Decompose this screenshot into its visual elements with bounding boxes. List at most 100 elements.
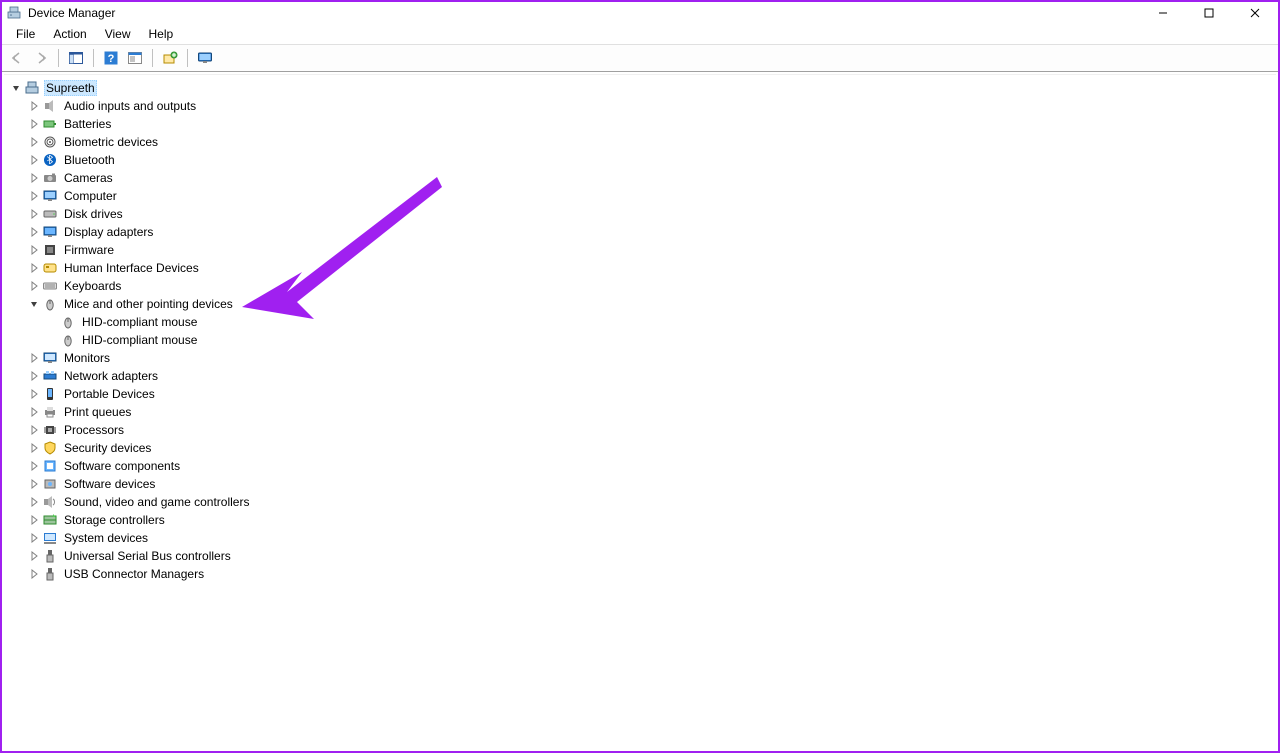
chevron-icon[interactable] xyxy=(28,118,40,130)
device-category[interactable]: Computer xyxy=(28,187,1276,205)
device-category[interactable]: USB Connector Managers xyxy=(28,565,1276,583)
device-category-label[interactable]: Display adapters xyxy=(62,225,155,239)
device-category[interactable]: Audio inputs and outputs xyxy=(28,97,1276,115)
portable-icon xyxy=(42,386,58,402)
device-category[interactable]: Mice and other pointing devices xyxy=(28,295,1276,313)
root-label[interactable]: Supreeth xyxy=(44,80,97,96)
device-category[interactable]: Keyboards xyxy=(28,277,1276,295)
device-category-label[interactable]: Software components xyxy=(62,459,182,473)
chevron-icon[interactable] xyxy=(28,136,40,148)
device-category-label[interactable]: Storage controllers xyxy=(62,513,167,527)
device-category[interactable]: Storage controllers xyxy=(28,511,1276,529)
chevron-icon[interactable] xyxy=(28,154,40,166)
device-category[interactable]: Cameras xyxy=(28,169,1276,187)
device-category-label[interactable]: Batteries xyxy=(62,117,113,131)
device-category-label[interactable]: USB Connector Managers xyxy=(62,567,206,581)
device-category-label[interactable]: Disk drives xyxy=(62,207,125,221)
device-category-label[interactable]: Software devices xyxy=(62,477,157,491)
chevron-icon[interactable] xyxy=(28,388,40,400)
menu-file[interactable]: File xyxy=(8,25,43,43)
chevron-icon[interactable] xyxy=(28,550,40,562)
device-category[interactable]: Batteries xyxy=(28,115,1276,133)
device-category[interactable]: Biometric devices xyxy=(28,133,1276,151)
chevron-icon[interactable] xyxy=(28,226,40,238)
chevron-icon[interactable] xyxy=(28,172,40,184)
menu-help[interactable]: Help xyxy=(141,25,182,43)
device-item-label[interactable]: HID-compliant mouse xyxy=(80,333,199,347)
view-devices-button[interactable] xyxy=(194,47,216,69)
menu-view[interactable]: View xyxy=(97,25,139,43)
chevron-icon[interactable] xyxy=(28,406,40,418)
device-category[interactable]: Processors xyxy=(28,421,1276,439)
hid-icon xyxy=(42,260,58,276)
device-category[interactable]: Security devices xyxy=(28,439,1276,457)
device-category[interactable]: Sound, video and game controllers xyxy=(28,493,1276,511)
device-category[interactable]: Software devices xyxy=(28,475,1276,493)
storage-icon xyxy=(42,512,58,528)
device-category[interactable]: Monitors xyxy=(28,349,1276,367)
chevron-icon[interactable] xyxy=(28,568,40,580)
device-category-label[interactable]: Monitors xyxy=(62,351,112,365)
device-item-label[interactable]: HID-compliant mouse xyxy=(80,315,199,329)
chevron-icon[interactable] xyxy=(28,208,40,220)
chevron-down-icon[interactable] xyxy=(10,82,22,94)
chevron-icon[interactable] xyxy=(28,298,40,310)
device-category[interactable]: Print queues xyxy=(28,403,1276,421)
device-category[interactable]: System devices xyxy=(28,529,1276,547)
device-category[interactable]: Disk drives xyxy=(28,205,1276,223)
device-category[interactable]: Display adapters xyxy=(28,223,1276,241)
device-category-label[interactable]: Cameras xyxy=(62,171,115,185)
device-category-label[interactable]: Computer xyxy=(62,189,119,203)
properties-button[interactable] xyxy=(124,47,146,69)
device-category[interactable]: Software components xyxy=(28,457,1276,475)
battery-icon xyxy=(42,116,58,132)
chevron-icon[interactable] xyxy=(28,514,40,526)
chevron-icon[interactable] xyxy=(28,424,40,436)
chevron-icon[interactable] xyxy=(28,262,40,274)
chevron-icon[interactable] xyxy=(28,100,40,112)
chevron-icon[interactable] xyxy=(28,370,40,382)
device-category-label[interactable]: Sound, video and game controllers xyxy=(62,495,251,509)
device-category-label[interactable]: Biometric devices xyxy=(62,135,160,149)
device-category-label[interactable]: Network adapters xyxy=(62,369,160,383)
chevron-icon[interactable] xyxy=(28,244,40,256)
device-category-label[interactable]: Portable Devices xyxy=(62,387,157,401)
chevron-icon[interactable] xyxy=(28,478,40,490)
device-category-label[interactable]: Processors xyxy=(62,423,126,437)
chevron-icon[interactable] xyxy=(28,460,40,472)
menu-action[interactable]: Action xyxy=(45,25,94,43)
device-category[interactable]: Network adapters xyxy=(28,367,1276,385)
device-tree-pane[interactable]: Supreeth Audio inputs and outputs Batterie… xyxy=(4,74,1276,749)
device-category-label[interactable]: Security devices xyxy=(62,441,153,455)
device-category-label[interactable]: Firmware xyxy=(62,243,116,257)
computer-root-icon xyxy=(24,80,40,96)
device-category-label[interactable]: Audio inputs and outputs xyxy=(62,99,198,113)
device-category-label[interactable]: Bluetooth xyxy=(62,153,117,167)
maximize-button[interactable] xyxy=(1186,2,1232,24)
device-category[interactable]: Bluetooth xyxy=(28,151,1276,169)
close-button[interactable] xyxy=(1232,2,1278,24)
device-category[interactable]: Firmware xyxy=(28,241,1276,259)
show-hide-tree-button[interactable] xyxy=(65,47,87,69)
device-category-label[interactable]: Keyboards xyxy=(62,279,123,293)
device-category-label[interactable]: Universal Serial Bus controllers xyxy=(62,549,233,563)
chevron-icon[interactable] xyxy=(28,442,40,454)
device-category-label[interactable]: Print queues xyxy=(62,405,133,419)
scan-hardware-button[interactable] xyxy=(159,47,181,69)
chevron-icon[interactable] xyxy=(28,496,40,508)
device-category-label[interactable]: System devices xyxy=(62,531,150,545)
device-item[interactable]: HID-compliant mouse xyxy=(46,331,1276,349)
chevron-icon[interactable] xyxy=(28,532,40,544)
minimize-button[interactable] xyxy=(1140,2,1186,24)
tree-root[interactable]: Supreeth xyxy=(10,79,1276,97)
chevron-icon[interactable] xyxy=(28,280,40,292)
device-category[interactable]: Portable Devices xyxy=(28,385,1276,403)
chevron-icon[interactable] xyxy=(28,352,40,364)
device-category[interactable]: Human Interface Devices xyxy=(28,259,1276,277)
chevron-icon[interactable] xyxy=(28,190,40,202)
device-item[interactable]: HID-compliant mouse xyxy=(46,313,1276,331)
help-button[interactable]: ? xyxy=(100,47,122,69)
device-category-label[interactable]: Human Interface Devices xyxy=(62,261,201,275)
device-category[interactable]: Universal Serial Bus controllers xyxy=(28,547,1276,565)
device-category-label[interactable]: Mice and other pointing devices xyxy=(62,297,235,311)
